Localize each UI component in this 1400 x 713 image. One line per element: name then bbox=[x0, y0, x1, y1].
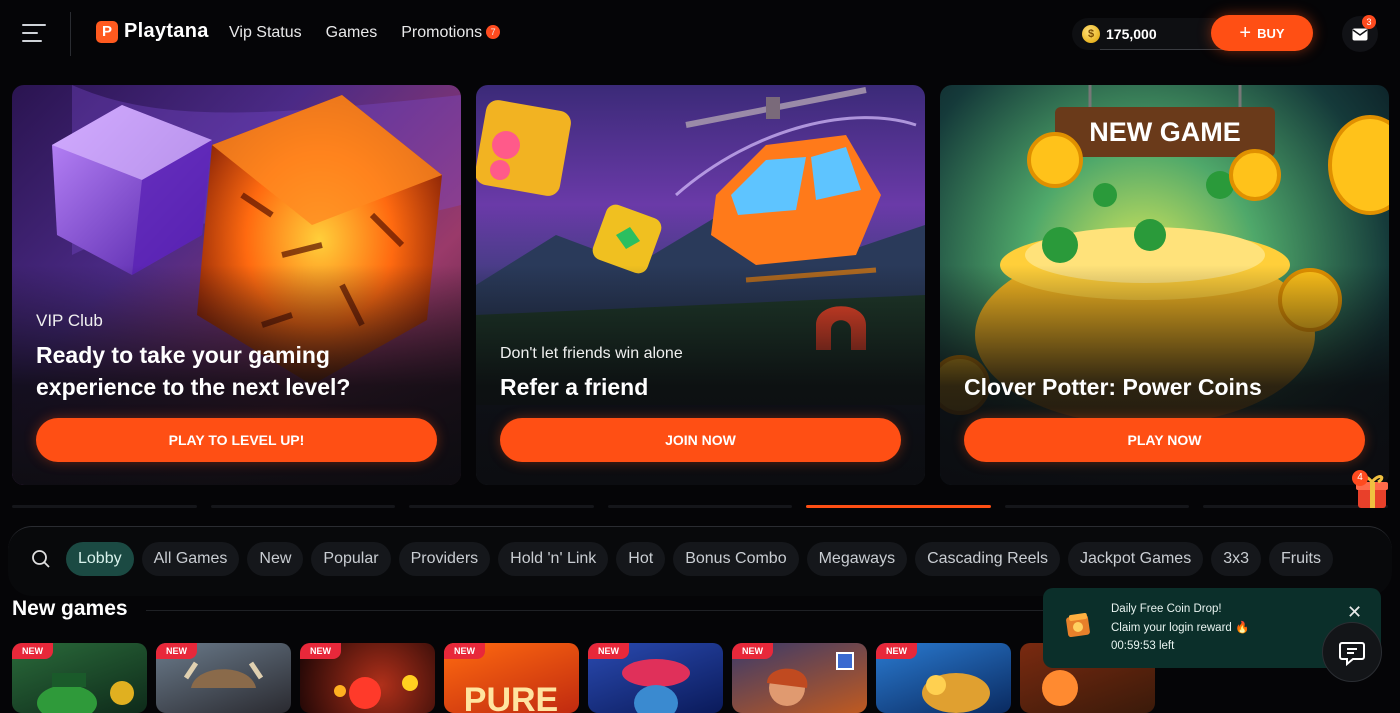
close-icon[interactable]: ✕ bbox=[1347, 602, 1362, 623]
category-filters: Lobby All Games New Popular Providers Ho… bbox=[24, 542, 1333, 576]
chat-button[interactable] bbox=[1322, 622, 1382, 682]
carousel-dot[interactable] bbox=[607, 505, 793, 508]
coin-balance-value: 175,000 bbox=[1106, 26, 1157, 42]
carousel-dot[interactable] bbox=[806, 505, 991, 508]
divider bbox=[70, 12, 71, 56]
filter-jackpot-games[interactable]: Jackpot Games bbox=[1068, 542, 1204, 576]
inbox-button[interactable]: 3 bbox=[1342, 15, 1378, 52]
game-tile[interactable]: NEW bbox=[588, 643, 723, 713]
filter-all-games[interactable]: All Games bbox=[141, 542, 240, 576]
buy-label: BUY bbox=[1257, 25, 1285, 41]
new-badge: NEW bbox=[732, 643, 773, 659]
join-now-button[interactable]: JOIN NOW bbox=[500, 418, 901, 462]
new-badge: NEW bbox=[444, 643, 485, 659]
nav-promotions[interactable]: Promotions 7 bbox=[401, 24, 501, 42]
nav-games[interactable]: Games bbox=[326, 24, 378, 42]
carousel-progress bbox=[12, 505, 1389, 509]
carousel-dot[interactable] bbox=[210, 505, 396, 508]
main-nav: Vip Status Games Promotions 7 bbox=[229, 24, 501, 42]
search-icon bbox=[32, 550, 50, 568]
banner-refer-friend[interactable]: Don't let friends win alone Refer a frie… bbox=[476, 85, 925, 485]
promotions-count-badge: 7 bbox=[486, 25, 501, 39]
new-badge: NEW bbox=[156, 643, 197, 659]
filter-lobby[interactable]: Lobby bbox=[66, 542, 134, 576]
filter-popular[interactable]: Popular bbox=[311, 542, 391, 576]
coin-icon: $ bbox=[1082, 25, 1100, 43]
gift-button[interactable]: 4 bbox=[1352, 470, 1392, 510]
top-bar: P Playtana Vip Status Games Promotions 7 … bbox=[0, 0, 1400, 68]
logo-mark-icon: P bbox=[96, 20, 118, 43]
search-button[interactable] bbox=[24, 542, 58, 576]
filter-providers[interactable]: Providers bbox=[398, 542, 491, 576]
nav-promotions-label: Promotions bbox=[401, 24, 483, 41]
game-tile[interactable]: NEW bbox=[876, 643, 1011, 713]
new-games-row: NEW NEW NEW PURE NEW NEW NEW NEW bbox=[12, 643, 1155, 713]
coin-box-icon bbox=[1066, 613, 1090, 638]
filter-new[interactable]: New bbox=[247, 542, 304, 576]
game-tile[interactable]: NEW bbox=[12, 643, 147, 713]
banner-subtitle: VIP Club bbox=[36, 311, 103, 330]
new-badge: NEW bbox=[588, 643, 629, 659]
filter-3x3[interactable]: 3x3 bbox=[1211, 542, 1261, 576]
banner-title: Ready to take your gaming experience to … bbox=[36, 342, 351, 400]
section-title: New games bbox=[12, 597, 128, 620]
banner-title: Clover Potter: Power Coins bbox=[964, 374, 1262, 400]
game-tile[interactable]: NEW bbox=[300, 643, 435, 713]
game-logo-text: PURE bbox=[464, 681, 558, 713]
new-badge: NEW bbox=[300, 643, 341, 659]
carousel-dot[interactable] bbox=[12, 505, 197, 508]
banner-title: Refer a friend bbox=[500, 374, 649, 400]
filter-hot[interactable]: Hot bbox=[616, 542, 666, 576]
new-game-sign: NEW GAME bbox=[1089, 117, 1241, 147]
new-badge: NEW bbox=[12, 643, 53, 659]
game-tile[interactable]: NEW bbox=[156, 643, 291, 713]
menu-icon[interactable] bbox=[22, 24, 46, 44]
filter-bonus-combo[interactable]: Bonus Combo bbox=[673, 542, 799, 576]
banner-subtitle: Don't let friends win alone bbox=[500, 345, 683, 362]
toast-message: Claim your login reward 🔥 bbox=[1111, 622, 1250, 634]
logo[interactable]: P Playtana bbox=[96, 20, 209, 43]
toast-title: Daily Free Coin Drop! bbox=[1111, 603, 1222, 615]
nav-vip-status[interactable]: Vip Status bbox=[229, 24, 302, 42]
section-divider bbox=[146, 610, 1046, 611]
buy-button[interactable]: + BUY bbox=[1211, 15, 1313, 51]
new-badge: NEW bbox=[876, 643, 917, 659]
filter-cascading-reels[interactable]: Cascading Reels bbox=[915, 542, 1061, 576]
toast-countdown: 00:59:53 left bbox=[1111, 640, 1175, 652]
logo-text: Playtana bbox=[124, 20, 209, 42]
coin-balance[interactable]: $ 175,000 bbox=[1072, 18, 1228, 50]
filter-hold-n-link[interactable]: Hold 'n' Link bbox=[498, 542, 609, 576]
mail-icon bbox=[1352, 28, 1368, 40]
game-tile[interactable]: PURE NEW bbox=[444, 643, 579, 713]
inbox-count-badge: 3 bbox=[1362, 15, 1376, 29]
gift-count-badge: 4 bbox=[1352, 470, 1368, 486]
carousel-dot[interactable] bbox=[1004, 505, 1190, 508]
banner-vip-club[interactable]: VIP Club Ready to take your gaming exper… bbox=[12, 85, 461, 485]
chat-icon bbox=[1339, 642, 1365, 666]
plus-icon: + bbox=[1239, 22, 1252, 44]
play-now-button[interactable]: PLAY NOW bbox=[964, 418, 1365, 462]
carousel-dot[interactable] bbox=[409, 505, 594, 508]
filter-fruits[interactable]: Fruits bbox=[1268, 542, 1333, 576]
coin-balance-underline bbox=[1100, 49, 1230, 50]
play-to-level-up-button[interactable]: PLAY TO LEVEL UP! bbox=[36, 418, 437, 462]
filter-megaways[interactable]: Megaways bbox=[806, 542, 908, 576]
banner-new-game[interactable]: NEW GAME Clover Potter: Power Coins PLAY… bbox=[940, 85, 1389, 485]
game-tile[interactable]: NEW bbox=[732, 643, 867, 713]
